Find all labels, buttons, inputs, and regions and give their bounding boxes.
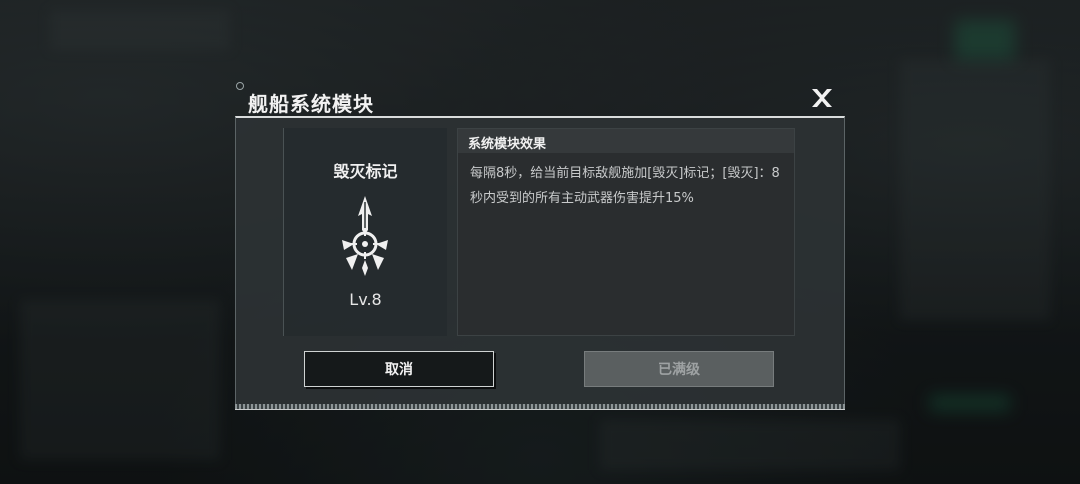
cancel-button-label: 取消 [385, 362, 413, 378]
max-level-button-label: 已满级 [658, 362, 700, 378]
cancel-button[interactable]: 取消 [304, 351, 494, 387]
effect-heading: 系统模块效果 [458, 129, 794, 153]
panel-bottom-stripe [235, 404, 845, 410]
dialog-title: 舰船系统模块 [248, 92, 374, 116]
effect-description: 每隔8秒，给当前目标敌舰施加[毁灭]标记；[毁灭]：8秒内受到的所有主动武器伤害… [470, 166, 780, 206]
max-level-button[interactable]: 已满级 [584, 351, 774, 387]
crosshair-mark-icon [342, 196, 388, 276]
title-corner-marker [236, 82, 244, 90]
module-level: Lv.8 [349, 290, 382, 309]
module-name: 毁灭标记 [333, 162, 398, 181]
close-x-icon [812, 89, 832, 107]
effect-box: 系统模块效果 每隔8秒，给当前目标敌舰施加[毁灭]标记；[毁灭]：8秒内受到的所… [457, 128, 795, 336]
close-button[interactable] [808, 84, 836, 112]
